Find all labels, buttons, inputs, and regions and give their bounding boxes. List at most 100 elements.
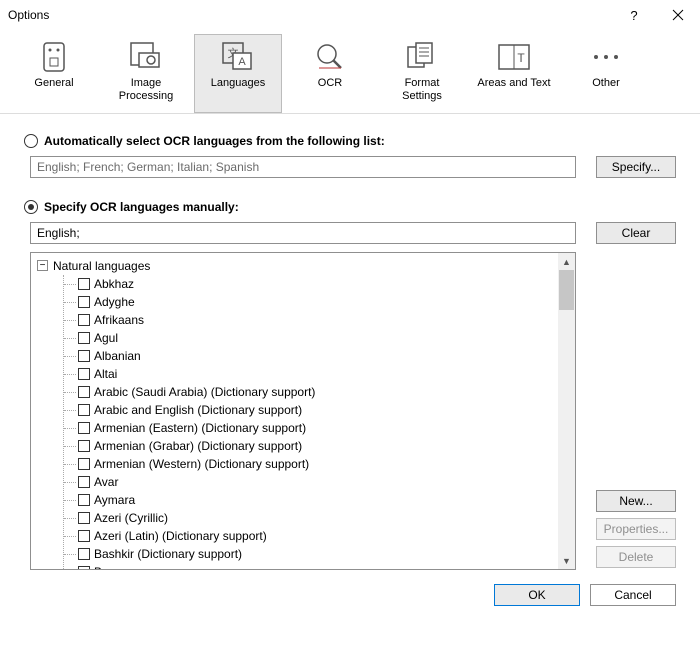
- language-item[interactable]: Albanian: [78, 347, 575, 365]
- general-icon: [38, 41, 70, 73]
- delete-button: Delete: [596, 546, 676, 568]
- language-label: Altai: [94, 365, 117, 383]
- language-checkbox[interactable]: [78, 278, 90, 290]
- scroll-thumb[interactable]: [559, 270, 574, 310]
- tab-ocr[interactable]: OCR: [286, 34, 374, 113]
- auto-languages-field: English; French; German; Italian; Spanis…: [30, 156, 576, 178]
- format-settings-icon: [406, 41, 438, 73]
- ocr-icon: [314, 41, 346, 73]
- language-item[interactable]: Azeri (Latin) (Dictionary support): [78, 527, 575, 545]
- language-item[interactable]: Aymara: [78, 491, 575, 509]
- language-item[interactable]: Abkhaz: [78, 275, 575, 293]
- auto-option-row[interactable]: Automatically select OCR languages from …: [24, 134, 676, 148]
- cancel-button[interactable]: Cancel: [590, 584, 676, 606]
- language-label: Arabic and English (Dictionary support): [94, 401, 302, 419]
- tree-root[interactable]: − Natural languages AbkhazAdygheAfrikaan…: [37, 257, 575, 570]
- tab-other[interactable]: Other: [562, 34, 650, 113]
- close-icon: [673, 10, 683, 20]
- other-icon: [590, 41, 622, 73]
- language-checkbox[interactable]: [78, 476, 90, 488]
- language-checkbox[interactable]: [78, 296, 90, 308]
- language-checkbox[interactable]: [78, 368, 90, 380]
- language-label: Avar: [94, 473, 118, 491]
- language-checkbox[interactable]: [78, 566, 90, 570]
- toolbar-tabs: General Image Processing 文A Languages OC…: [0, 30, 700, 114]
- close-button[interactable]: [656, 0, 700, 30]
- scrollbar[interactable]: ▲ ▼: [558, 253, 575, 569]
- tab-label: Languages: [211, 77, 265, 90]
- language-label: Armenian (Western) (Dictionary support): [94, 455, 309, 473]
- language-tree[interactable]: − Natural languages AbkhazAdygheAfrikaan…: [30, 252, 576, 570]
- language-label: Azeri (Latin) (Dictionary support): [94, 527, 267, 545]
- language-checkbox[interactable]: [78, 494, 90, 506]
- language-checkbox[interactable]: [78, 422, 90, 434]
- language-label: Albanian: [94, 347, 141, 365]
- language-item[interactable]: Altai: [78, 365, 575, 383]
- specify-button[interactable]: Specify...: [596, 156, 676, 178]
- manual-languages-field[interactable]: English;: [30, 222, 576, 244]
- expander-icon[interactable]: −: [37, 260, 48, 271]
- tab-label: General: [34, 77, 73, 90]
- new-button[interactable]: New...: [596, 490, 676, 512]
- tab-general[interactable]: General: [10, 34, 98, 113]
- language-label: Armenian (Eastern) (Dictionary support): [94, 419, 306, 437]
- language-label: Arabic (Saudi Arabia) (Dictionary suppor…: [94, 383, 315, 401]
- tree-area: − Natural languages AbkhazAdygheAfrikaan…: [30, 252, 676, 570]
- tab-label: Other: [592, 77, 620, 90]
- language-label: Afrikaans: [94, 311, 144, 329]
- language-label: Basque: [94, 563, 135, 570]
- language-item[interactable]: Armenian (Western) (Dictionary support): [78, 455, 575, 473]
- language-checkbox[interactable]: [78, 548, 90, 560]
- language-item[interactable]: Arabic and English (Dictionary support): [78, 401, 575, 419]
- clear-button[interactable]: Clear: [596, 222, 676, 244]
- language-label: Aymara: [94, 491, 135, 509]
- languages-icon: 文A: [222, 41, 254, 73]
- tab-format-settings[interactable]: Format Settings: [378, 34, 466, 113]
- language-item[interactable]: Avar: [78, 473, 575, 491]
- language-item[interactable]: Basque: [78, 563, 575, 570]
- help-button[interactable]: ?: [612, 0, 656, 30]
- language-checkbox[interactable]: [78, 440, 90, 452]
- language-item[interactable]: Armenian (Eastern) (Dictionary support): [78, 419, 575, 437]
- scroll-down-icon[interactable]: ▼: [558, 552, 575, 569]
- language-checkbox[interactable]: [78, 458, 90, 470]
- tab-languages[interactable]: 文A Languages: [194, 34, 282, 113]
- areas-text-icon: T: [498, 41, 530, 73]
- language-item[interactable]: Adyghe: [78, 293, 575, 311]
- radio-auto[interactable]: [24, 134, 38, 148]
- tab-areas-text[interactable]: T Areas and Text: [470, 34, 558, 113]
- language-item[interactable]: Agul: [78, 329, 575, 347]
- properties-button: Properties...: [596, 518, 676, 540]
- manual-field-row: English; Clear: [30, 222, 676, 244]
- manual-label: Specify OCR languages manually:: [44, 200, 239, 214]
- language-label: Adyghe: [94, 293, 135, 311]
- language-checkbox[interactable]: [78, 530, 90, 542]
- language-item[interactable]: Armenian (Grabar) (Dictionary support): [78, 437, 575, 455]
- language-checkbox[interactable]: [78, 350, 90, 362]
- tab-label: Areas and Text: [477, 77, 550, 90]
- language-item[interactable]: Arabic (Saudi Arabia) (Dictionary suppor…: [78, 383, 575, 401]
- ok-button[interactable]: OK: [494, 584, 580, 606]
- language-checkbox[interactable]: [78, 314, 90, 326]
- auto-label: Automatically select OCR languages from …: [44, 134, 385, 148]
- title-bar: Options ?: [0, 0, 700, 30]
- language-checkbox[interactable]: [78, 404, 90, 416]
- language-item[interactable]: Afrikaans: [78, 311, 575, 329]
- language-item[interactable]: Azeri (Cyrillic): [78, 509, 575, 527]
- language-item[interactable]: Bashkir (Dictionary support): [78, 545, 575, 563]
- root-label: Natural languages: [53, 259, 150, 273]
- tree-side-buttons: New... Properties... Delete: [596, 252, 676, 570]
- radio-manual[interactable]: [24, 200, 38, 214]
- scroll-up-icon[interactable]: ▲: [558, 253, 575, 270]
- manual-option-row[interactable]: Specify OCR languages manually:: [24, 200, 676, 214]
- language-label: Bashkir (Dictionary support): [94, 545, 242, 563]
- language-checkbox[interactable]: [78, 332, 90, 344]
- tab-image-processing[interactable]: Image Processing: [102, 34, 190, 113]
- tab-label: Format Settings: [402, 77, 442, 103]
- svg-text:T: T: [517, 51, 525, 65]
- svg-text:A: A: [238, 56, 246, 68]
- tree-children: AbkhazAdygheAfrikaansAgulAlbanianAltaiAr…: [63, 275, 575, 570]
- language-label: Armenian (Grabar) (Dictionary support): [94, 437, 302, 455]
- language-checkbox[interactable]: [78, 386, 90, 398]
- language-checkbox[interactable]: [78, 512, 90, 524]
